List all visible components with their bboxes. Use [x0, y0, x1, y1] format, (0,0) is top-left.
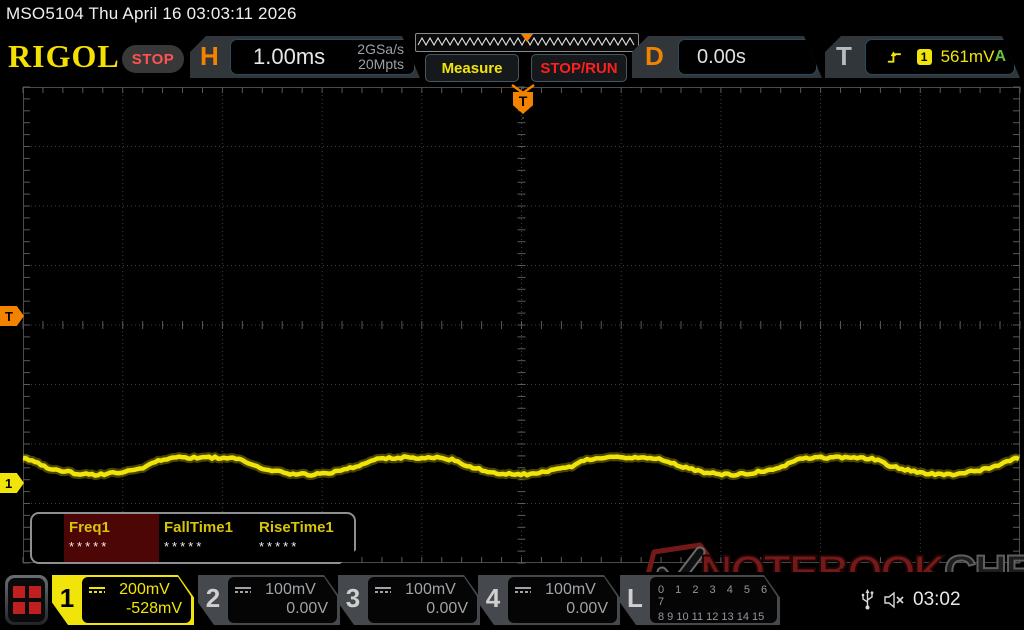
usb-icon: [861, 589, 874, 610]
digital-label: L: [627, 583, 643, 613]
measurement-label: FallTime1: [164, 519, 233, 536]
measurement-label: Freq1: [69, 519, 110, 536]
channel-number: 2: [205, 583, 221, 613]
measurement-value: *****: [69, 539, 110, 554]
channel-4-box[interactable]: 4 100mV 0.00V: [478, 575, 620, 625]
trigger-position-flag[interactable]: T: [513, 92, 533, 114]
dc-coupling-icon: [235, 587, 251, 593]
channel-offset: 0.00V: [286, 600, 328, 617]
channel-2-box[interactable]: 2 100mV 0.00V: [198, 575, 340, 625]
display-menu-button[interactable]: [5, 575, 48, 625]
measurement-risetime1[interactable]: RiseTime1 *****: [254, 514, 349, 562]
channel-number: 4: [485, 583, 501, 613]
channel-scale: 100mV: [265, 581, 316, 598]
clock: 03:02: [913, 588, 961, 610]
channel-scale: 100mV: [405, 581, 456, 598]
channel-info: 100mV 0.00V: [508, 577, 617, 623]
dc-coupling-icon: [515, 587, 531, 593]
measurement-value: *****: [164, 539, 205, 554]
channel-offset: 0.00V: [566, 600, 608, 617]
channel-scale: 100mV: [545, 581, 596, 598]
measurement-panel[interactable]: Freq1 ***** FallTime1 ***** RiseTime1 **…: [30, 512, 356, 564]
speaker-muted-icon[interactable]: [883, 591, 905, 609]
trigger-position-marker[interactable]: T: [509, 84, 537, 118]
channel-info: 200mV -528mV: [82, 577, 191, 623]
channel-offset: -528mV: [125, 600, 182, 617]
measurement-falltime1[interactable]: FallTime1 *****: [159, 514, 254, 562]
grid-icon: [8, 578, 45, 622]
dc-coupling-icon: [375, 587, 391, 593]
measurement-value: *****: [259, 539, 300, 554]
oscilloscope-screen: MSO5104 Thu April 16 03:03:11 2026 RIGOL…: [0, 0, 1024, 630]
digital-channel-list: 0 1 2 3 4 5 6 7 8 9 10 11 12 13 14 15: [650, 577, 777, 623]
channel-offset: 0.00V: [426, 600, 468, 617]
channel-number: 1: [59, 583, 75, 613]
system-tray: 03:02: [860, 588, 961, 611]
channel-scale: 200mV: [119, 581, 170, 598]
channel-3-box[interactable]: 3 100mV 0.00V: [338, 575, 480, 625]
channel-info: 100mV 0.00V: [368, 577, 477, 623]
channel-number: 3: [345, 583, 361, 613]
measurement-freq1[interactable]: Freq1 *****: [64, 514, 159, 562]
channel-info: 100mV 0.00V: [228, 577, 337, 623]
dc-coupling-icon: [89, 587, 105, 593]
channel-1-box[interactable]: 1 200mV -528mV: [52, 575, 194, 625]
digital-channels-box[interactable]: L 0 1 2 3 4 5 6 7 8 9 10 11 12 13 14 15: [620, 575, 780, 625]
measurement-label: RiseTime1: [259, 519, 334, 536]
